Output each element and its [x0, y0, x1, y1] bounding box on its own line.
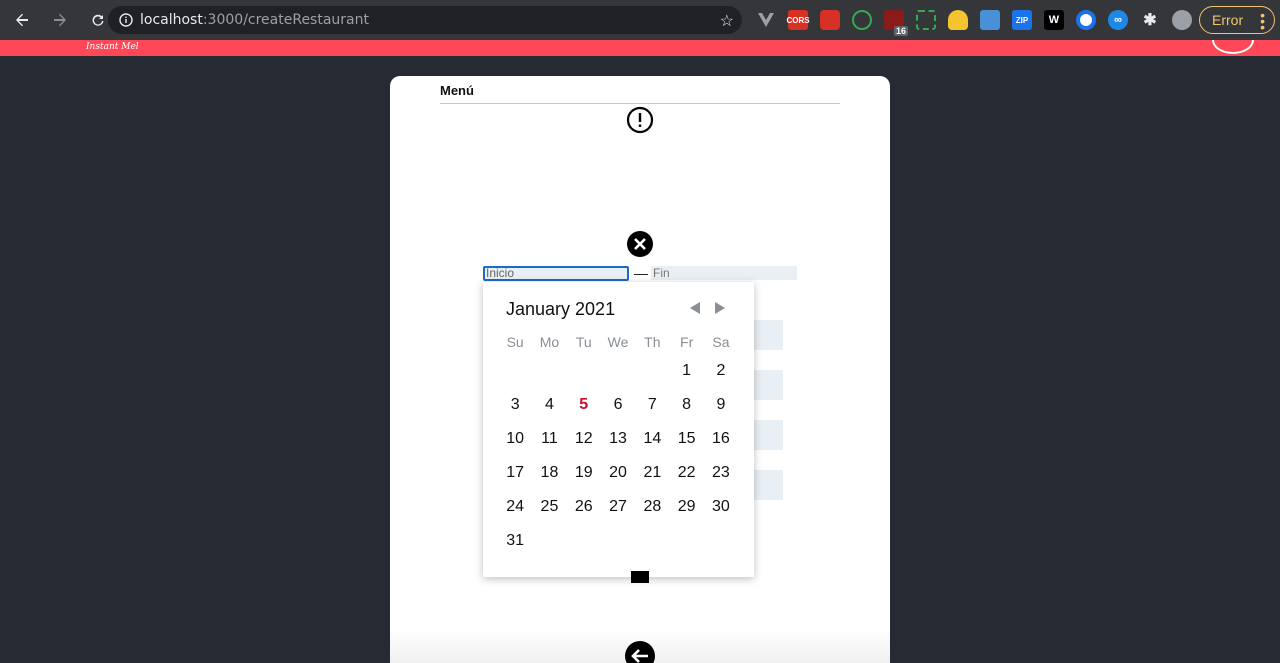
calendar-empty-cell: [498, 354, 532, 388]
extension-infinity-icon[interactable]: ∞: [1108, 10, 1128, 30]
calendar-popup: January 2021 Su Mo Tu We Th Fr Sa 1 2 3 4 5 6 7 8 9 10 11…: [483, 282, 754, 577]
extension-red-icon[interactable]: [820, 10, 840, 30]
card-title: Menú: [440, 83, 474, 98]
divider: [440, 103, 840, 104]
calendar-day[interactable]: 22: [669, 456, 703, 490]
calendar-day[interactable]: 8: [669, 388, 703, 422]
bookmark-star-icon[interactable]: ☆: [720, 11, 734, 31]
calendar-day[interactable]: 21: [635, 456, 669, 490]
weekday-label: We: [607, 334, 629, 350]
vue-devtools-icon[interactable]: [756, 10, 776, 30]
calendar-day[interactable]: 14: [635, 422, 669, 456]
more-vert-icon[interactable]: • • •: [1260, 8, 1265, 34]
calendar-day[interactable]: 29: [669, 490, 703, 524]
extensions-bar: CORS 16 ZIP W ∞ ✱: [756, 10, 1192, 36]
calendar-day[interactable]: 11: [532, 422, 566, 456]
weekday-label: Su: [506, 334, 524, 350]
calendar-grid: Su Mo Tu We Th Fr Sa 1 2 3 4 5 6 7 8 9 10 11 12 13 14 15 16 17 1…: [498, 330, 738, 558]
weekday-label: Sa: [712, 334, 730, 350]
calendar-day[interactable]: 23: [704, 456, 738, 490]
calendar-day[interactable]: 13: [601, 422, 635, 456]
calendar-day[interactable]: 1: [669, 354, 703, 388]
prev-month-icon[interactable]: [690, 302, 700, 314]
calendar-day[interactable]: 24: [498, 490, 532, 524]
error-label: Error: [1212, 12, 1244, 28]
end-date-input[interactable]: Fin: [651, 266, 797, 280]
next-month-icon[interactable]: [715, 302, 725, 314]
extension-badge-icon[interactable]: 16: [884, 10, 908, 36]
logo-subtitle: Instant Mel: [86, 42, 139, 52]
calendar-day[interactable]: 7: [635, 388, 669, 422]
calendar-day[interactable]: 25: [532, 490, 566, 524]
extension-circle-icon[interactable]: [1076, 10, 1096, 30]
extension-w-icon[interactable]: W: [1044, 10, 1064, 30]
weekday-label: Fr: [680, 334, 694, 350]
back-arrow-icon[interactable]: [6, 4, 38, 36]
calendar-day[interactable]: 17: [498, 456, 532, 490]
calendar-day[interactable]: 12: [567, 422, 601, 456]
forward-arrow-icon[interactable]: [44, 4, 76, 36]
calendar-day[interactable]: 31: [498, 524, 532, 558]
calendar-month-label: January 2021: [506, 299, 616, 319]
calendar-day[interactable]: 26: [567, 490, 601, 524]
calendar-empty-cell: [567, 354, 601, 388]
weekday-label: Mo: [539, 334, 560, 350]
cors-icon[interactable]: CORS: [786, 10, 810, 30]
calendar-empty-cell: [532, 354, 566, 388]
alert-icon: [626, 106, 654, 134]
extension-target-icon[interactable]: [852, 10, 872, 30]
back-arrow-circle-icon[interactable]: [624, 640, 656, 663]
app-header: Instant Mel: [0, 40, 1280, 56]
ghost-icon[interactable]: [948, 10, 968, 30]
plus-icon[interactable]: [631, 571, 649, 583]
start-date-input[interactable]: Inicio: [483, 266, 629, 281]
calendar-day[interactable]: 28: [635, 490, 669, 524]
calendar-day[interactable]: 4: [532, 388, 566, 422]
calendar-day[interactable]: 27: [601, 490, 635, 524]
avatar[interactable]: [1212, 40, 1254, 54]
browser-toolbar: localhost:3000/createRestaurant ☆ CORS 1…: [0, 0, 1280, 40]
extension-blue-icon[interactable]: [980, 10, 1000, 30]
calendar-day[interactable]: 2: [704, 354, 738, 388]
badge-count: 16: [893, 26, 908, 36]
zip-icon[interactable]: ZIP: [1012, 10, 1032, 30]
calendar-day[interactable]: 10: [498, 422, 532, 456]
calendar-empty-cell: [601, 354, 635, 388]
weekday-label: Th: [644, 334, 661, 350]
calendar-day[interactable]: 15: [669, 422, 703, 456]
profile-icon[interactable]: [1172, 10, 1192, 30]
calendar-day[interactable]: 19: [567, 456, 601, 490]
info-icon[interactable]: [112, 6, 140, 34]
calendar-day[interactable]: 6: [601, 388, 635, 422]
puzzle-icon[interactable]: ✱: [1140, 10, 1160, 30]
calendar-day[interactable]: 18: [532, 456, 566, 490]
calendar-day[interactable]: 3: [498, 388, 532, 422]
calendar-day[interactable]: 30: [704, 490, 738, 524]
range-separator: —: [634, 265, 648, 281]
calendar-day-today[interactable]: 5: [567, 388, 601, 422]
error-button[interactable]: Error • • •: [1199, 6, 1275, 34]
url-host: localhost: [140, 12, 203, 28]
calendar-day[interactable]: 20: [601, 456, 635, 490]
calendar-day[interactable]: 16: [704, 422, 738, 456]
calendar-day[interactable]: 9: [704, 388, 738, 422]
calendar-empty-cell: [635, 354, 669, 388]
extension-dashed-icon[interactable]: [916, 10, 936, 30]
close-icon[interactable]: [626, 230, 654, 258]
weekday-label: Tu: [575, 334, 592, 350]
url-path: :3000/createRestaurant: [202, 12, 369, 28]
address-bar[interactable]: localhost:3000/createRestaurant ☆: [108, 6, 742, 34]
